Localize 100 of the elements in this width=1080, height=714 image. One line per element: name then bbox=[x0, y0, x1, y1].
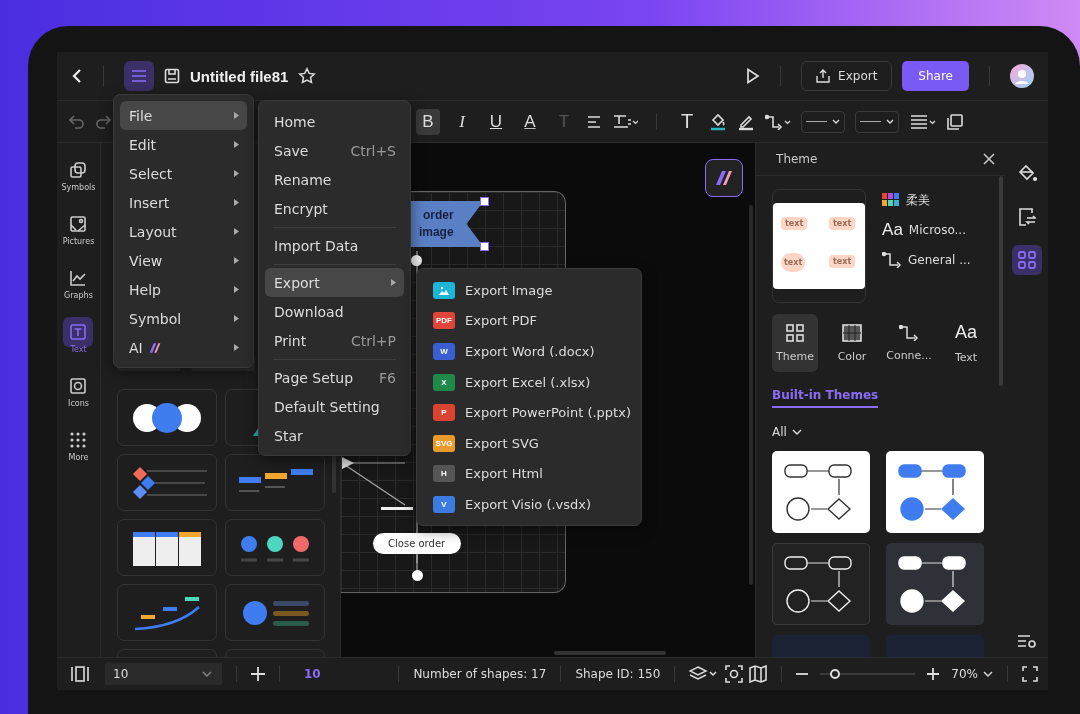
menu-item[interactable]: Help bbox=[120, 275, 247, 304]
redo-icon[interactable] bbox=[95, 114, 111, 129]
file-type-icon: P bbox=[433, 404, 455, 422]
more-grid-icon bbox=[69, 431, 88, 449]
map-icon[interactable] bbox=[749, 665, 768, 683]
menu-item[interactable]: Layout bbox=[120, 217, 247, 246]
ai-button[interactable] bbox=[704, 159, 743, 197]
connector-icon bbox=[899, 324, 920, 341]
add-icon[interactable] bbox=[251, 667, 265, 681]
menu-item[interactable]: Insert bbox=[120, 188, 247, 217]
menu-item[interactable]: X Export Excel (.xlsx) bbox=[423, 366, 635, 398]
preview-node: text bbox=[781, 253, 806, 272]
file-type-icon: W bbox=[433, 343, 455, 360]
template-card[interactable] bbox=[116, 389, 217, 446]
caret-icon bbox=[832, 118, 840, 125]
fullscreen-icon[interactable] bbox=[1022, 666, 1038, 682]
layers-icon[interactable] bbox=[689, 666, 720, 682]
menu-item[interactable]: Encrypt bbox=[265, 194, 404, 223]
zoom-dropdown[interactable]: 70% bbox=[951, 667, 993, 681]
format-button[interactable]: T bbox=[675, 108, 699, 135]
shape-id: Shape ID: 150 bbox=[575, 667, 661, 681]
zoom-in-icon[interactable] bbox=[927, 668, 940, 680]
bar-shape bbox=[380, 507, 413, 510]
theme-card[interactable] bbox=[886, 543, 985, 625]
menu-item[interactable]: Default Setting bbox=[265, 392, 404, 421]
submenu-arrow-icon bbox=[234, 257, 239, 264]
menu-item[interactable]: Download bbox=[265, 297, 404, 326]
theme-panel-button[interactable] bbox=[1011, 245, 1042, 275]
slider-thumb[interactable] bbox=[829, 669, 840, 679]
sidebar-item[interactable]: Pictures bbox=[62, 209, 95, 246]
sidebar-item[interactable]: Symbols bbox=[61, 155, 96, 192]
template-card[interactable] bbox=[116, 519, 217, 576]
submenu-arrow-icon bbox=[234, 286, 239, 293]
paint-bucket-icon[interactable] bbox=[1016, 163, 1037, 183]
menu-item[interactable]: Edit bbox=[120, 130, 247, 159]
play-icon[interactable] bbox=[746, 68, 761, 84]
menu-item[interactable]: Export bbox=[265, 268, 404, 297]
menu-item[interactable]: Rename bbox=[265, 165, 404, 194]
tab[interactable]: Conne... bbox=[886, 314, 933, 372]
save-icon[interactable] bbox=[164, 68, 180, 84]
theme-card[interactable] bbox=[772, 451, 871, 533]
list-settings-icon[interactable] bbox=[1016, 633, 1037, 649]
preview-node: text bbox=[829, 217, 856, 230]
format-button[interactable]: I bbox=[450, 108, 474, 135]
menu-item[interactable]: File bbox=[120, 101, 247, 130]
sidebar-item[interactable]: Icons bbox=[63, 371, 94, 408]
menu-button[interactable] bbox=[124, 61, 154, 91]
section-tab[interactable]: Built-in Themes bbox=[772, 388, 879, 408]
font-icon: Aa bbox=[955, 322, 978, 343]
resize-handle[interactable] bbox=[479, 197, 489, 206]
tab[interactable]: Theme bbox=[772, 314, 819, 372]
format-button[interactable]: A bbox=[518, 108, 542, 135]
star-icon[interactable] bbox=[298, 67, 317, 85]
resize-handle[interactable] bbox=[479, 242, 489, 251]
menu-item[interactable]: Export Image bbox=[423, 275, 635, 306]
export-button[interactable]: Export bbox=[801, 61, 893, 91]
menu-item[interactable]: Select bbox=[120, 159, 247, 188]
filter-dropdown[interactable]: All bbox=[772, 425, 802, 439]
menu-item[interactable]: Home bbox=[265, 107, 404, 136]
menu-item[interactable]: Print Ctrl+P bbox=[265, 326, 404, 355]
share-button[interactable]: Share bbox=[902, 61, 969, 91]
page-tab[interactable]: 10 bbox=[304, 667, 321, 681]
align-icon bbox=[586, 113, 602, 130]
list-icon bbox=[909, 113, 937, 130]
menu-item[interactable]: PDF Export PDF bbox=[423, 305, 635, 337]
sidebar-item[interactable]: More bbox=[63, 425, 94, 462]
grid-icon bbox=[1017, 251, 1036, 269]
menu-item[interactable]: Import Data bbox=[265, 231, 404, 260]
format-button[interactable]: B bbox=[416, 108, 440, 135]
menu-item[interactable]: Save Ctrl+S bbox=[265, 136, 404, 165]
theme-card[interactable] bbox=[772, 543, 871, 625]
menu-item[interactable]: View bbox=[120, 246, 247, 275]
zoom-out-icon[interactable] bbox=[796, 672, 809, 676]
avatar-icon[interactable] bbox=[1010, 64, 1034, 88]
focus-icon[interactable] bbox=[725, 665, 744, 683]
template-card[interactable] bbox=[224, 519, 325, 576]
back-icon[interactable] bbox=[71, 68, 83, 84]
menu-item[interactable]: V Export Visio (.vsdx) bbox=[423, 489, 635, 520]
menu-item[interactable]: Star bbox=[265, 421, 404, 450]
undo-icon[interactable] bbox=[69, 114, 85, 129]
menu-item[interactable]: W Export Word (.docx) bbox=[423, 336, 635, 367]
preview-node: text bbox=[829, 255, 856, 268]
format-button[interactable]: U bbox=[484, 108, 508, 135]
swap-page-icon[interactable] bbox=[1017, 207, 1036, 227]
menu-item[interactable]: H Export Html bbox=[423, 458, 635, 490]
pages-icon[interactable] bbox=[71, 666, 89, 682]
menu-item[interactable]: SVG Export SVG bbox=[423, 427, 635, 459]
sidebar-item[interactable]: Graphs bbox=[63, 263, 94, 300]
menu-item[interactable]: P Export PowerPoint (.pptx) bbox=[423, 397, 635, 428]
tab[interactable]: Color bbox=[829, 314, 876, 372]
line-style-dropdown[interactable] bbox=[801, 110, 845, 133]
file-title[interactable]: Untitled file81 bbox=[190, 67, 289, 85]
line-style-dropdown[interactable] bbox=[855, 110, 899, 133]
tab[interactable]: Aa Text bbox=[943, 314, 990, 372]
slanted-stripes-icon bbox=[147, 341, 162, 354]
menu-item[interactable]: AI bbox=[120, 333, 247, 362]
menu-item[interactable]: Symbol bbox=[120, 304, 247, 333]
close-icon[interactable] bbox=[983, 153, 996, 165]
page-dropdown[interactable]: 10 bbox=[105, 663, 222, 685]
menu-item[interactable]: Page Setup F6 bbox=[265, 363, 404, 392]
